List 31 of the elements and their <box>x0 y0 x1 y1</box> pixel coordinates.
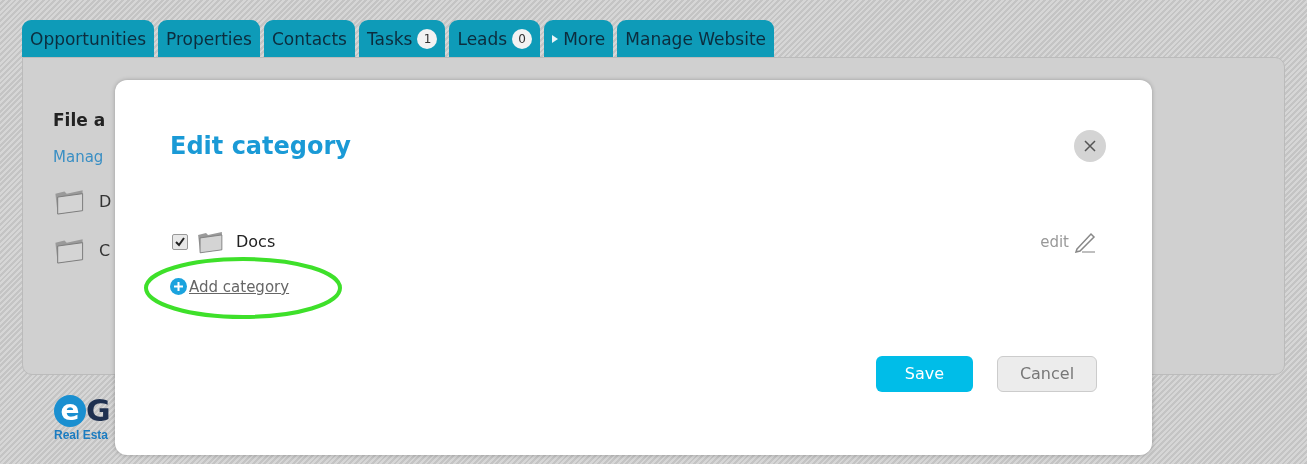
tab-label: Tasks <box>366 28 413 49</box>
tab-label: Leads <box>457 28 508 49</box>
section-heading: File a <box>53 110 107 130</box>
folder-icon <box>53 188 85 216</box>
count-badge: 1 <box>417 28 438 49</box>
logo-tagline: Real Esta <box>54 428 110 442</box>
nav-tab[interactable]: Contacts <box>263 20 355 57</box>
pencil-icon[interactable] <box>1073 230 1097 253</box>
nav-tab[interactable]: Leads 0 <box>449 20 541 57</box>
close-button[interactable] <box>1074 130 1106 162</box>
folder-label[interactable]: C <box>99 241 111 261</box>
dialog-title: Edit category <box>170 132 351 160</box>
folder-label[interactable]: D <box>99 192 112 212</box>
nav-tab[interactable]: Properties <box>158 20 260 57</box>
add-category-link[interactable]: Add category <box>189 277 290 296</box>
caret-icon <box>552 33 559 44</box>
nav-tab[interactable]: Manage Website <box>617 20 775 57</box>
folder-icon <box>196 230 224 254</box>
close-icon <box>1084 140 1096 152</box>
plus-circle-icon[interactable] <box>170 278 187 296</box>
save-button[interactable]: Save <box>876 355 973 392</box>
tab-label: More <box>563 28 606 49</box>
nav-tab[interactable]: Opportunities <box>22 20 154 57</box>
cancel-button[interactable]: Cancel <box>997 355 1097 392</box>
edit-link[interactable]: edit <box>1040 232 1069 251</box>
nav-tab[interactable]: More <box>544 20 614 57</box>
nav-tab[interactable]: Tasks 1 <box>358 20 446 57</box>
category-name: Docs <box>236 232 276 252</box>
category-checkbox[interactable] <box>172 233 188 250</box>
folder-icon <box>53 237 85 265</box>
count-badge: 0 <box>512 28 533 49</box>
